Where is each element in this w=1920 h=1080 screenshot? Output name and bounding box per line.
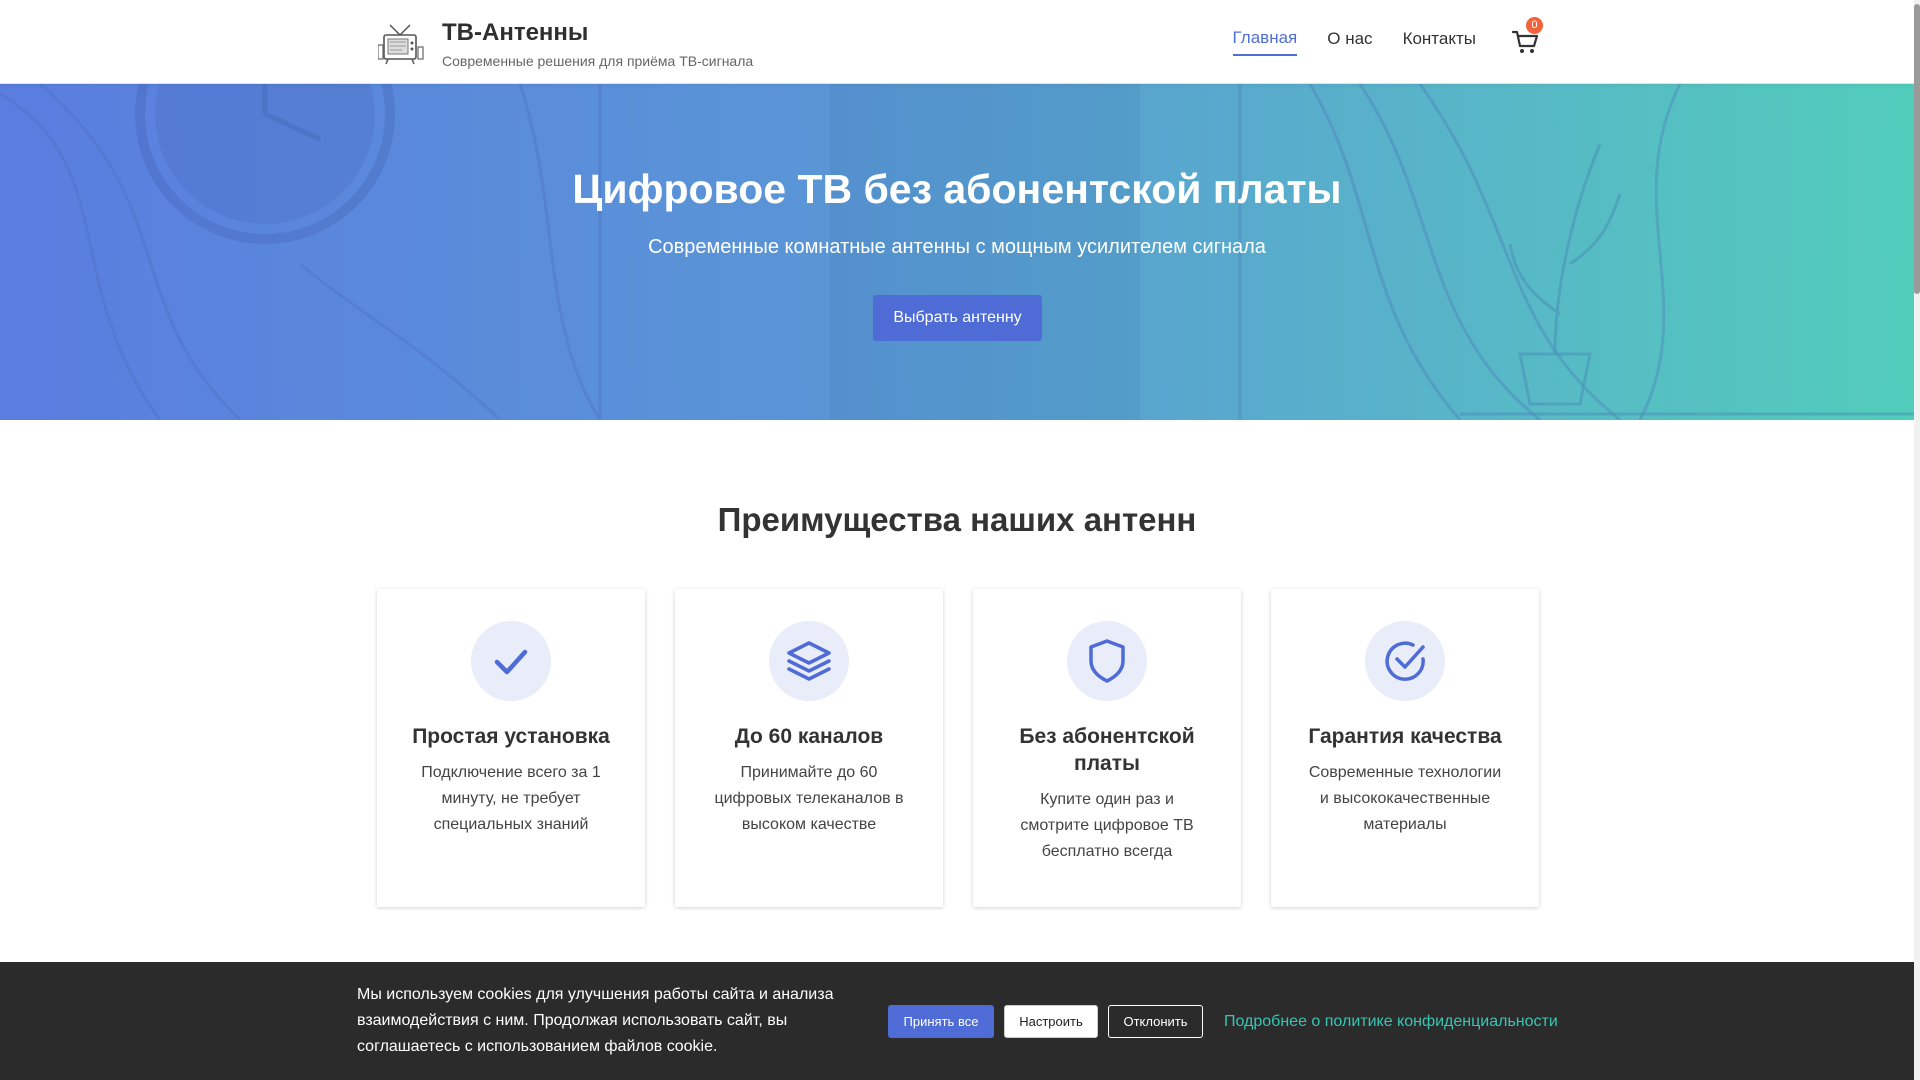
antenna-logo-icon	[378, 24, 424, 65]
nav-item-about[interactable]: О нас	[1327, 27, 1372, 55]
features-list: Простая установка Подключение всего за 1…	[377, 589, 1539, 907]
page-scrollbar[interactable]	[1914, 0, 1920, 1080]
check-icon	[471, 621, 551, 701]
cookie-text: Мы используем cookies для улучшения рабо…	[357, 986, 834, 1055]
check-circle-icon-glyph	[1385, 641, 1425, 681]
site-tagline: Современные решения для приёма ТВ-сигнал…	[442, 53, 754, 69]
feature-card-no-fee: Без абонентской платы Купите один раз и …	[973, 589, 1241, 907]
layers-icon-glyph	[787, 641, 831, 681]
site-title[interactable]: ТВ-Антенны	[442, 18, 753, 48]
feature-title: Простая установка	[412, 725, 610, 748]
feature-title: Без абонентской платы	[1019, 725, 1195, 775]
features-title: Преимущества наших антенн	[717, 501, 1197, 538]
cookie-settings-button[interactable]: Настроить	[1004, 1005, 1098, 1038]
feature-text: Подключение всего за 1 минуту, не требуе…	[421, 764, 601, 833]
feature-card-quality: Гарантия качества Современные технологии…	[1271, 589, 1539, 907]
check-icon-glyph	[494, 649, 528, 675]
feature-text: Принимайте до 60 цифровых телеканалов в …	[714, 764, 904, 833]
feature-text: Современные технологии и высококачествен…	[1308, 764, 1502, 833]
hero-section: Цифровое ТВ без абонентской платы Соврем…	[0, 84, 1914, 420]
feature-title: Гарантия качества	[1308, 725, 1502, 748]
cookie-consent-bar: Мы используем cookies для улучшения рабо…	[0, 962, 1914, 1080]
brand[interactable]: ТВ-Антенны Современные решения для приём…	[378, 18, 753, 70]
main-nav: Главная О нас Контакты	[1203, 26, 1476, 56]
hero-title: Цифровое ТВ без абонентской платы	[572, 166, 1342, 212]
site-header: ТВ-Антенны Современные решения для приём…	[0, 0, 1914, 84]
shield-icon-glyph	[1089, 639, 1125, 683]
nav-item-home[interactable]: Главная	[1232, 26, 1298, 56]
page: ТВ-Антенны Современные решения для приём…	[0, 0, 1914, 1080]
shield-icon	[1067, 621, 1147, 701]
accept-all-cookies-button[interactable]: Принять все	[888, 1005, 994, 1038]
scrollbar-thumb[interactable]	[1914, 4, 1920, 294]
check-circle-icon	[1365, 621, 1445, 701]
cart-count-badge: 0	[1526, 17, 1543, 34]
decline-cookies-button[interactable]: Отклонить	[1108, 1005, 1203, 1038]
layers-icon	[769, 621, 849, 701]
feature-card-installation: Простая установка Подключение всего за 1…	[377, 589, 645, 907]
choose-antenna-button[interactable]: Выбрать антенну	[873, 295, 1042, 341]
privacy-policy-link[interactable]: Подробнее о политике конфиденциальности	[1224, 1011, 1558, 1033]
feature-text: Купите один раз и смотрите цифровое ТВ б…	[1020, 791, 1194, 860]
feature-card-channels: До 60 каналов Принимайте до 60 цифровых …	[675, 589, 943, 907]
nav-item-contacts[interactable]: Контакты	[1403, 27, 1476, 55]
hero-subtitle: Современные комнатные антенны с мощным у…	[648, 236, 1266, 258]
feature-title: До 60 каналов	[734, 725, 884, 748]
